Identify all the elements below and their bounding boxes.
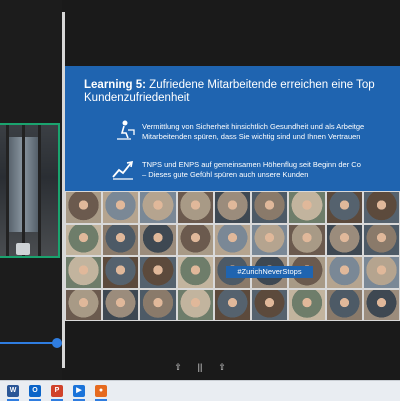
participant-photo (252, 192, 288, 223)
bullet-2-line-2: – Dieses gute Gefühl spüren auch unsere … (142, 170, 309, 179)
participant-video-tile[interactable] (0, 123, 60, 258)
firefox-icon[interactable]: ● (95, 385, 107, 397)
participant-photo (363, 224, 399, 255)
participant-photo (289, 224, 325, 255)
slide-title-label: Learning 5: (84, 79, 146, 91)
participant-photo (103, 192, 139, 223)
participant-photo (140, 192, 176, 223)
participant-photo (363, 192, 399, 223)
progress-track[interactable] (0, 342, 57, 344)
participant-photo (177, 289, 213, 320)
windows-taskbar: W O P ▶ ● (0, 380, 400, 401)
participant-photo (177, 257, 213, 288)
participant-photo (214, 224, 251, 255)
bullet-2: TNPS und ENPS auf gemeinsamen Höhenflug … (142, 160, 400, 180)
window-frame (6, 125, 9, 256)
bullet-1-line-1: Vermittlung von Sicherheit hinsichtlich … (142, 122, 365, 131)
bullet-1: Vermittlung von Sicherheit hinsichtlich … (142, 122, 400, 142)
bullet-2-line-1: TNPS und ENPS auf gemeinsamen Höhenflug … (142, 160, 361, 169)
outlook-icon[interactable]: O (29, 385, 41, 397)
participant-photo (252, 224, 288, 255)
cup (16, 243, 30, 255)
participant-photo (326, 192, 362, 223)
slide-title: Learning 5: Zufriedene Mitarbeitende err… (84, 79, 394, 105)
hashtag-banner: #ZurichNeverStops (226, 266, 313, 278)
rising-chart-icon (112, 160, 134, 180)
participant-photo (140, 224, 176, 255)
progress-handle[interactable] (52, 338, 62, 348)
participant-photo (103, 224, 139, 255)
participant-photo (140, 289, 176, 320)
slide-header: Learning 5: Zufriedene Mitarbeitende err… (65, 66, 400, 191)
bullet-1-line-2: Mitarbeitenden spüren, dass Sie wichtig … (142, 132, 361, 141)
word-icon[interactable]: W (7, 385, 19, 397)
person-at-desk-icon (117, 120, 135, 140)
window-frame (38, 125, 41, 256)
next-slide-button[interactable]: ⇧ (214, 362, 230, 373)
window-frame (22, 125, 25, 256)
participant-panel (0, 0, 62, 380)
video-player-icon[interactable]: ▶ (73, 385, 85, 397)
participant-photo (289, 192, 325, 223)
participant-photo (326, 289, 362, 320)
pause-button[interactable]: || (192, 362, 208, 372)
participant-photo (252, 289, 288, 320)
participant-photo (66, 289, 102, 320)
slide-controls: ⇧ || ⇧ (170, 360, 230, 374)
participant-photo (140, 257, 176, 288)
shared-slide: Learning 5: Zufriedene Mitarbeitende err… (65, 66, 400, 321)
meeting-window: Learning 5: Zufriedene Mitarbeitende err… (0, 0, 400, 380)
participant-photo (326, 257, 362, 288)
participant-photo (177, 192, 213, 223)
participant-photo (363, 289, 399, 320)
participant-photo (177, 224, 213, 255)
participant-photo (103, 289, 139, 320)
participant-photo (66, 257, 102, 288)
powerpoint-icon[interactable]: P (51, 385, 63, 397)
participant-photo-collage (65, 191, 400, 321)
participant-photo (214, 289, 251, 320)
previous-slide-button[interactable]: ⇧ (170, 362, 186, 373)
participant-photo (66, 192, 102, 223)
participant-photo (66, 224, 102, 255)
participant-photo (326, 224, 362, 255)
participant-photo (214, 192, 251, 223)
participant-photo (103, 257, 139, 288)
participant-photo (289, 289, 325, 320)
participant-photo (363, 257, 399, 288)
